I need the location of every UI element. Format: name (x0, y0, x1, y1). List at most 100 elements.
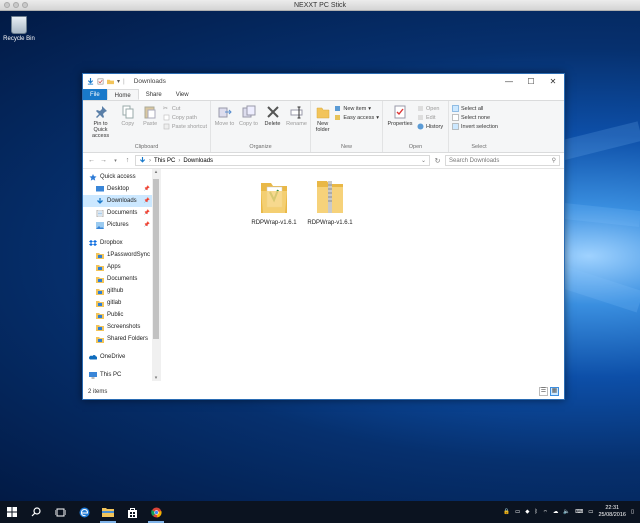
up-button[interactable]: ↑ (123, 157, 132, 164)
move-to-button[interactable]: Move to (214, 103, 235, 143)
start-button[interactable] (0, 501, 24, 523)
edge-button[interactable] (72, 501, 96, 523)
cut-button[interactable]: ✂ Cut (163, 105, 207, 113)
search-input[interactable]: Search Downloads ⚲ (445, 155, 560, 166)
scroll-down-icon[interactable]: ▾ (152, 375, 160, 381)
nav-item-pictures[interactable]: Pictures 📌 (83, 219, 160, 231)
history-button[interactable]: History (417, 123, 443, 130)
copy-to-button[interactable]: Copy to (238, 103, 259, 143)
new-folder-button[interactable]: New folder (314, 103, 331, 143)
address-dropdown-icon[interactable]: ⌄ (421, 157, 426, 164)
folder-icon (96, 300, 104, 307)
nav-item-public[interactable]: Public (83, 309, 160, 321)
pin-icon: 📌 (143, 186, 150, 192)
tab-share[interactable]: Share (139, 89, 169, 100)
nav-item-this-pc[interactable]: This PC (83, 369, 160, 381)
easy-access-button[interactable]: Easy access ▾ (334, 114, 379, 121)
nav-item-shared-folders[interactable]: Shared Folders (83, 333, 160, 345)
tab-file[interactable]: File (83, 89, 107, 100)
keyboard-icon[interactable]: ⌨ (575, 509, 583, 515)
download-arrow-icon (87, 78, 94, 85)
quick-access-toolbar-dropdown[interactable]: ▾ (117, 78, 120, 85)
store-button[interactable] (120, 501, 144, 523)
edge-icon (79, 507, 89, 517)
ribbon-tabs: File Home Share View (83, 89, 564, 101)
copy-path-icon (163, 114, 170, 121)
paste-shortcut-button[interactable]: Paste shortcut (163, 123, 207, 130)
delete-button[interactable]: Delete (262, 103, 283, 143)
wifi-icon[interactable]: ⌔ (543, 509, 548, 516)
volume-icon[interactable]: 🔈 (563, 509, 570, 515)
file-explorer-button[interactable] (96, 501, 120, 523)
nav-item-dropbox[interactable]: Dropbox (83, 237, 160, 249)
breadcrumb-this-pc[interactable]: This PC (154, 158, 175, 164)
clock[interactable]: 22:31 25/08/2016 (598, 505, 626, 519)
large-icons-view-button[interactable]: ▦ (550, 387, 559, 396)
nav-item-gitlab[interactable]: gitlab (83, 297, 160, 309)
minimize-button[interactable]: — (498, 77, 520, 86)
new-folder-icon[interactable] (107, 78, 114, 85)
select-none-button[interactable]: Select none (452, 114, 498, 121)
nav-item-screenshots[interactable]: Screenshots (83, 321, 160, 333)
properties-icon[interactable] (97, 78, 104, 85)
mac-window-buttons[interactable] (4, 2, 28, 8)
edit-button[interactable]: Edit (417, 114, 443, 121)
paste-button[interactable]: Paste (140, 103, 159, 143)
chrome-icon (150, 507, 162, 517)
dropbox-icon[interactable]: ◆ (525, 509, 529, 515)
nav-item-apps[interactable]: Apps (83, 261, 160, 273)
zip-folder-icon (317, 181, 343, 213)
copy-button[interactable]: Copy (118, 103, 137, 143)
breadcrumb-downloads[interactable]: Downloads (183, 158, 213, 164)
recent-locations-button[interactable]: ▾ (111, 158, 120, 164)
tab-home[interactable]: Home (106, 89, 139, 100)
nav-scrollbar[interactable]: ▴ ▾ (152, 169, 160, 381)
copy-path-button[interactable]: Copy path (163, 114, 207, 121)
nav-item-desktop[interactable]: Desktop 📌 (83, 183, 160, 195)
notifications-icon[interactable]: ▯ (631, 509, 634, 515)
back-button[interactable]: ← (87, 157, 96, 164)
select-all-button[interactable]: Select all (452, 105, 498, 112)
properties-button[interactable]: Properties (386, 103, 414, 143)
chrome-button[interactable] (144, 501, 168, 523)
pin-quick-access-button[interactable]: Pin to Quick access (86, 103, 115, 143)
bluetooth-icon[interactable]: ᛒ (534, 509, 537, 515)
task-view-button[interactable] (48, 501, 72, 523)
organize-group-label: Organize (249, 144, 272, 150)
nav-item-github[interactable]: github (83, 285, 160, 297)
invert-selection-button[interactable]: Invert selection (452, 123, 498, 130)
scroll-up-icon[interactable]: ▴ (152, 169, 160, 175)
refresh-button[interactable]: ↻ (433, 157, 442, 165)
nav-item-documents[interactable]: Documents 📌 (83, 207, 160, 219)
address-bar[interactable]: › This PC › Downloads ⌄ (135, 155, 430, 166)
file-name: RDPWrap-v1.6.1 (307, 220, 353, 226)
file-item[interactable]: RDPWrap-v1.6.1 (305, 177, 355, 226)
nav-item-label: 1PasswordSync (107, 252, 151, 258)
task-view-icon (54, 508, 66, 516)
dropdown-arrow-icon: ▾ (376, 114, 379, 121)
new-item-button[interactable]: New item ▾ (334, 105, 379, 112)
nav-item-onedrive[interactable]: OneDrive (83, 351, 160, 363)
network-icon[interactable]: ▭ (515, 509, 520, 515)
rename-button[interactable]: Rename (286, 103, 307, 143)
nav-item-1passwordsync[interactable]: 1PasswordSync (83, 249, 160, 261)
nav-item-documents[interactable]: Documents (83, 273, 160, 285)
lock-icon[interactable]: 🔒 (503, 509, 510, 515)
recycle-bin[interactable]: Recycle Bin (2, 16, 36, 42)
scrollbar-thumb[interactable] (153, 179, 159, 339)
nav-item-quick-access[interactable]: Quick access (83, 171, 160, 183)
forward-button[interactable]: → (99, 157, 108, 164)
chat-icon[interactable]: ▭ (588, 509, 593, 515)
cloud-icon[interactable]: ☁ (553, 509, 559, 515)
new-group-label: New (340, 144, 352, 150)
search-button[interactable] (24, 501, 48, 523)
tab-view[interactable]: View (169, 89, 196, 100)
details-view-button[interactable]: ☰ (539, 387, 548, 396)
maximize-button[interactable]: ☐ (520, 77, 542, 86)
open-button[interactable]: Open (417, 105, 443, 112)
open-icon (418, 106, 423, 111)
close-button[interactable]: ✕ (542, 77, 564, 86)
file-item[interactable]: RDPWrap-v1.6.1 (249, 177, 299, 226)
nav-item-downloads[interactable]: Downloads 📌 (83, 195, 160, 207)
copy-to-icon (242, 105, 255, 118)
